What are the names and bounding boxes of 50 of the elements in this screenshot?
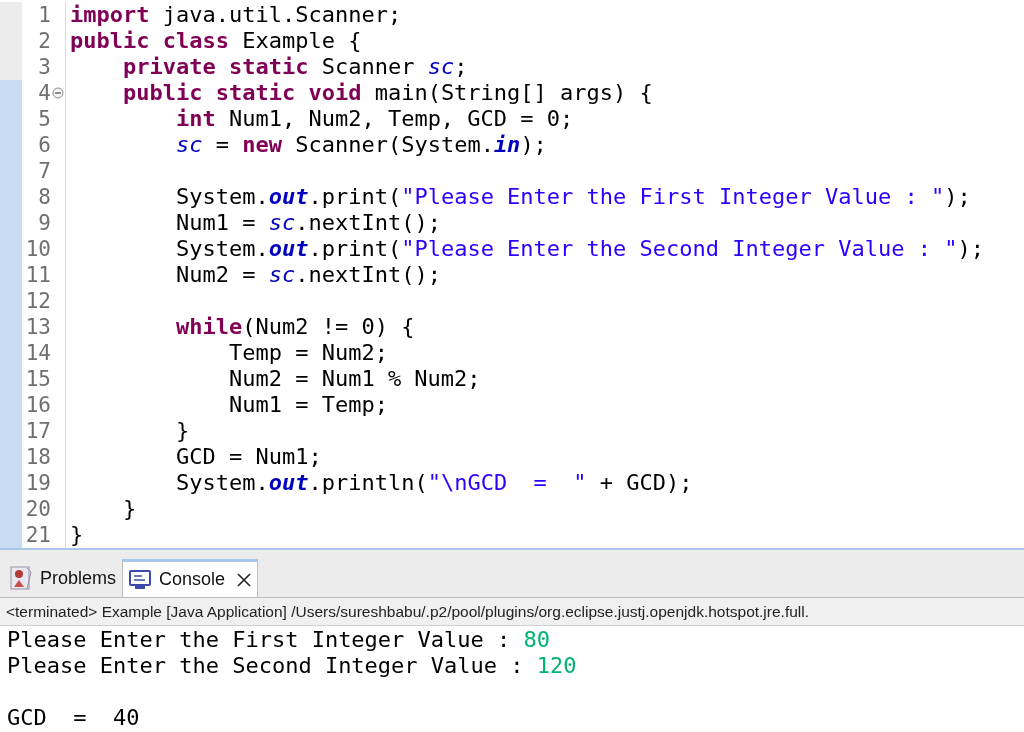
- code-line: Num1 = Temp;: [227, 394, 388, 416]
- line-number: 7: [38, 160, 51, 182]
- code-line: }: [174, 420, 190, 442]
- code-line: import java.util.Scanner;: [70, 4, 402, 26]
- line-number: 13: [25, 316, 51, 338]
- panel-tab[interactable]: Problems: [4, 559, 123, 597]
- code-line: }: [70, 524, 84, 546]
- line-number: 15: [25, 368, 51, 390]
- console-line: GCD = 40: [7, 707, 140, 729]
- line-number: 21: [25, 524, 51, 546]
- code-line: while(Num2 != 0) {: [174, 316, 415, 338]
- line-number: 6: [38, 134, 51, 156]
- line-number: 17: [25, 420, 51, 442]
- line-number: 5: [38, 108, 51, 130]
- code-line: private static Scanner sc;: [121, 56, 468, 78]
- panel-tab[interactable]: Console: [122, 559, 259, 597]
- line-number: 2: [38, 30, 51, 52]
- line-number: 9: [38, 212, 51, 234]
- code-line: Num1 = sc.nextInt();: [174, 212, 441, 234]
- code-line: public class Example {: [70, 30, 362, 52]
- console-line: Please Enter the First Integer Value : 80: [7, 629, 551, 651]
- line-number: 4: [38, 82, 51, 104]
- code-line: System.out.print("Please Enter the Second Integer Value : ");: [174, 238, 984, 260]
- line-number: 19: [25, 472, 51, 494]
- code-line: System.out.print("Please Enter the First Integer Value : ");: [174, 186, 971, 208]
- line-number: 16: [25, 394, 51, 416]
- code-line: Num2 = sc.nextInt();: [174, 264, 441, 286]
- line-number: 10: [25, 238, 51, 260]
- line-number: 14: [25, 342, 51, 364]
- code-line: public static void main(String[] args) {: [121, 82, 653, 104]
- code-line: int Num1, Num2, Temp, GCD = 0;: [174, 108, 574, 130]
- code-line: Temp = Num2;: [227, 342, 388, 364]
- line-number: 20: [25, 498, 51, 520]
- console-line: Please Enter the Second Integer Value : 120: [7, 655, 577, 677]
- code-line: sc = new Scanner(System.in);: [174, 134, 547, 156]
- line-number: 18: [25, 446, 51, 468]
- collapse-icon[interactable]: [52, 87, 64, 99]
- close-icon[interactable]: [237, 572, 252, 587]
- line-number: 11: [25, 264, 51, 286]
- line-number: 12: [25, 290, 51, 312]
- line-number: 8: [38, 186, 51, 208]
- line-number: 3: [38, 56, 51, 78]
- code-line: System.out.println("\nGCD = " + GCD);: [174, 472, 693, 494]
- monitor-icon: [129, 569, 152, 590]
- console-header: <terminated> Example [Java Application] /Users/sureshbabu/.p2/pool/plugins/org.eclipse.justj.openjdk.hotspot.jre.full.: [0, 598, 1024, 626]
- code-line: Num2 = Num1 % Num2;: [227, 368, 481, 390]
- code-line: GCD = Num1;: [174, 446, 322, 468]
- problems-icon: [10, 566, 32, 590]
- line-number: 1: [38, 4, 51, 26]
- code-line: }: [121, 498, 137, 520]
